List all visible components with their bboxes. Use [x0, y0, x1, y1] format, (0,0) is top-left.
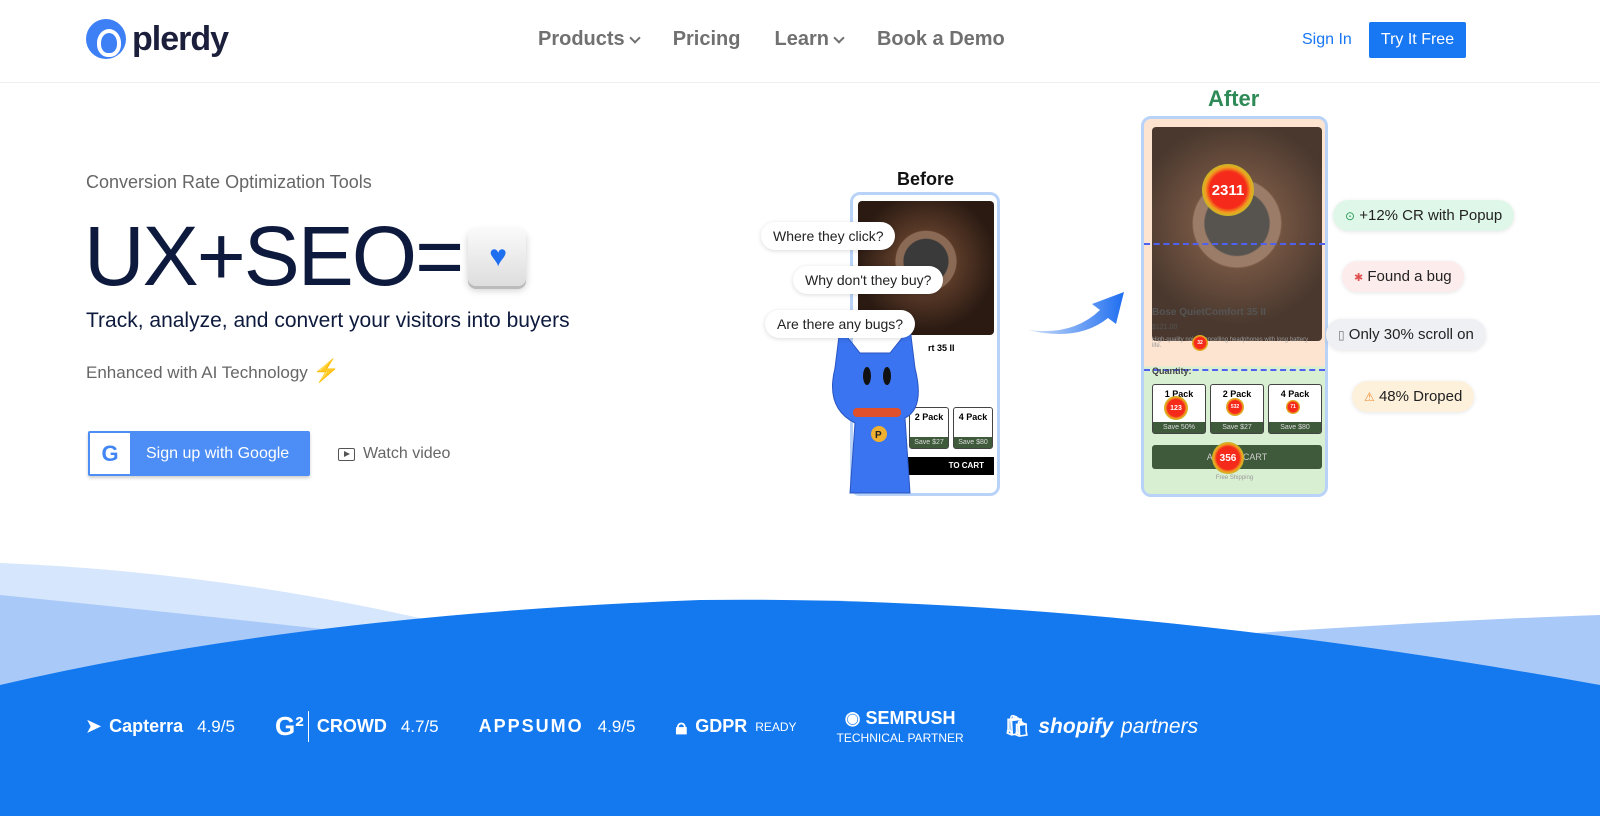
shopify-badge: 🛍︎ shopify partners	[1004, 715, 1198, 739]
badge-name: GDPR	[695, 716, 748, 736]
google-icon: G	[90, 433, 130, 474]
nav-learn[interactable]: Learn	[774, 28, 845, 51]
insight-pill: ✱ Found a bug	[1342, 261, 1464, 292]
cat-mascot: P	[832, 328, 919, 494]
shipping-text: Free Shipping	[1215, 475, 1254, 481]
question-bubble: Where they click?	[761, 222, 896, 250]
product-price: $121.00	[1152, 324, 1178, 331]
badge-rating: 4.7/5	[400, 716, 439, 736]
semrush-badge: ◉ SEMRUSH TECHNICAL PARTNER	[837, 708, 964, 745]
scroll-line	[1144, 243, 1325, 245]
pack-option: 4 Pack Save $80	[953, 407, 993, 449]
scroll-icon: ▯	[1338, 328, 1345, 342]
nav-book-demo[interactable]: Book a Demo	[877, 28, 1005, 51]
g2-badge: G² CROWD 4.7/5	[275, 711, 439, 742]
chevron-down-icon	[629, 31, 641, 44]
g2-logo-icon: G²	[275, 711, 309, 742]
heatmap-spot: 2311	[1202, 164, 1254, 216]
badge-sub: READY	[755, 719, 797, 734]
svg-text:P: P	[875, 430, 882, 441]
badge-name: Capterra	[109, 716, 184, 736]
heart-key-icon: ♥	[468, 227, 527, 286]
capterra-badge: ➤ Capterra 4.9/5	[86, 716, 235, 737]
heatmap-spot: 532	[1226, 398, 1244, 416]
warning-icon: ⚠	[1364, 390, 1375, 404]
after-label: After	[1208, 86, 1260, 111]
headline-text: UX+SEO=	[84, 209, 464, 303]
bug-icon: ✱	[1354, 272, 1364, 284]
wave-background	[0, 563, 1600, 816]
heatmap-spot: 123	[1164, 396, 1188, 420]
badge-rating: 4.9/5	[597, 716, 636, 736]
sign-in-link[interactable]: Sign In	[1302, 31, 1352, 49]
watch-video-link[interactable]: Watch video	[338, 445, 450, 463]
insight-pill: ⚠ 48% Droped	[1352, 381, 1475, 412]
ai-text: Enhanced with AI Technology	[86, 363, 308, 382]
nav-products[interactable]: Products	[538, 28, 641, 51]
top-nav: plerdy Products Pricing Learn Book a Dem…	[0, 0, 1600, 83]
question-bubble: Are there any bugs?	[765, 310, 916, 338]
try-free-button[interactable]: Try It Free	[1369, 22, 1466, 58]
insight-text: Found a bug	[1367, 268, 1452, 285]
product-desc: High-quality noise cancelling headphones…	[1152, 337, 1309, 349]
heatmap-spot: 32	[1192, 335, 1208, 351]
check-circle-icon: ⊙	[1345, 209, 1356, 223]
product-name: Bose QuietComfort 35 II	[1152, 307, 1266, 318]
appsumo-badge: APPSUMO 4.9/5	[479, 716, 636, 737]
capterra-arrow-icon: ➤	[86, 716, 102, 736]
google-button-label: Sign up with Google	[146, 444, 290, 462]
logo[interactable]: plerdy	[86, 19, 229, 59]
chevron-down-icon	[833, 31, 845, 44]
insight-text: Only 30% scroll on	[1348, 326, 1474, 343]
lightning-icon: ⚡	[312, 358, 340, 383]
heatmap-spot: 71	[1286, 400, 1300, 414]
pack-name: 4 Pack	[958, 412, 988, 422]
badge-rating: 4.9/5	[197, 716, 235, 736]
insight-pill: ▯ Only 30% scroll on	[1326, 319, 1486, 350]
watch-label: Watch video	[363, 445, 451, 462]
product-name: rt 35 II	[928, 343, 955, 353]
shopify-bag-icon: 🛍︎	[1003, 714, 1031, 738]
badge-sub: partners	[1121, 714, 1199, 738]
play-icon	[338, 447, 355, 461]
quantity-label: Quantity:	[1152, 366, 1192, 376]
arrow-icon	[1028, 292, 1124, 334]
after-phone: 2311 Bose QuietComfort 35 II $121.00 Hig…	[1141, 116, 1328, 497]
google-signup-button[interactable]: G Sign up with Google	[88, 431, 310, 476]
question-bubble: Why don't they buy?	[793, 266, 944, 294]
hero-headline: UX+SEO= ♥	[84, 208, 527, 305]
nav-label: Learn	[774, 28, 829, 50]
semrush-logo-icon: ◉	[844, 708, 861, 728]
plerdy-logo-icon	[86, 19, 126, 59]
insight-pill: ⊙ +12% CR with Popup	[1333, 200, 1515, 231]
pack-save: Save $27	[1211, 422, 1263, 433]
badge-name: CROWD	[316, 716, 387, 736]
gdpr-badge: 🔒︎ GDPR READY	[675, 714, 796, 740]
pack-save: Save 50%	[1153, 422, 1205, 433]
hero-subtitle: Conversion Rate Optimization Tools	[86, 172, 372, 192]
pack-save: Save $80	[1269, 422, 1321, 433]
pack-save: Save $80	[954, 437, 992, 448]
insight-text: +12% CR with Popup	[1359, 207, 1503, 224]
heatmap-spot: 356	[1212, 442, 1244, 474]
badge-sub: TECHNICAL PARTNER	[836, 731, 964, 745]
ai-note: Enhanced with AI Technology ⚡	[86, 358, 340, 384]
nav-pricing[interactable]: Pricing	[673, 28, 741, 51]
badge-name: shopify	[1038, 714, 1114, 738]
badge-name: SEMRUSH	[865, 708, 956, 728]
pack-name: 4 Pack	[1280, 389, 1310, 399]
nav-label: Products	[538, 28, 625, 50]
badge-name: APPSUMO	[478, 716, 584, 736]
before-label: Before	[897, 169, 955, 189]
hero-tagline: Track, analyze, and convert your visitor…	[86, 309, 570, 332]
insight-text: 48% Droped	[1378, 388, 1463, 405]
brand-name: plerdy	[132, 19, 229, 58]
lock-icon: 🔒︎	[675, 713, 688, 739]
trust-badges: ➤ Capterra 4.9/5 G² CROWD 4.7/5 APPSUMO 4.9/5…	[86, 708, 1198, 745]
